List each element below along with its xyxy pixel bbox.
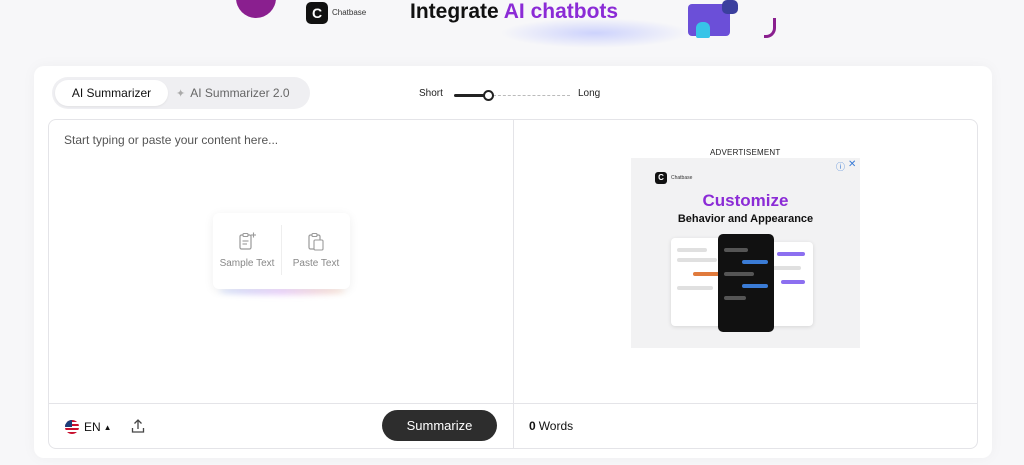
chatbase-logo: C [306, 2, 328, 24]
paste-text-button[interactable]: Paste Text [282, 213, 350, 289]
editor-panel: Start typing or paste your content here.… [48, 119, 978, 449]
top-banner-ad[interactable]: C Chatbase Integrate AI chatbots [0, 0, 1024, 52]
mock-bubble [777, 252, 805, 256]
mode-tabs: AI Summarizer ✦ AI Summarizer 2.0 [52, 77, 310, 109]
mock-bubble [677, 248, 707, 252]
upload-icon[interactable] [131, 418, 145, 434]
ad-subtitle: Behavior and Appearance [677, 213, 814, 225]
ad-close-icon[interactable]: ✕ [848, 159, 856, 170]
banner-headline-accent: AI chatbots [503, 0, 619, 23]
length-short-label: Short [419, 88, 443, 99]
summarize-button[interactable]: Summarize [382, 410, 497, 441]
ad-info-icon[interactable]: ⓘ [836, 160, 845, 173]
summarizer-card: AI Summarizer ✦ AI Summarizer 2.0 Short L… [34, 66, 992, 458]
banner-decoration [236, 0, 276, 18]
sample-text-label: Sample Text [219, 258, 275, 269]
tab-ai-summarizer-2-label: AI Summarizer 2.0 [190, 86, 290, 100]
mock-bubble [724, 296, 746, 300]
mock-bubble [742, 284, 768, 288]
sparkle-icon: ✦ [176, 88, 186, 100]
word-count: 0 Words [529, 419, 573, 433]
input-textarea[interactable]: Start typing or paste your content here.… [64, 133, 278, 147]
length-slider[interactable] [454, 89, 570, 101]
sample-text-button[interactable]: Sample Text [213, 213, 281, 289]
clipboard-add-icon [239, 232, 256, 250]
ad-mockup-phone [718, 234, 774, 332]
mock-bubble [724, 272, 754, 276]
footer-divider [49, 403, 977, 404]
mock-bubble [677, 258, 717, 262]
banner-illustration [686, 0, 742, 40]
slider-track-empty [493, 95, 570, 96]
banner-decoration-hook [764, 18, 776, 38]
paste-icon [308, 232, 324, 251]
us-flag-icon [65, 420, 79, 434]
caret-up-icon: ▲ [103, 422, 112, 432]
word-count-label: Words [538, 419, 574, 433]
advertisement-label: ADVERTISEMENT [710, 148, 781, 157]
mock-bubble [742, 260, 768, 264]
ad-chatbase-logo: C [655, 172, 667, 184]
length-long-label: Long [578, 88, 601, 99]
slider-thumb[interactable] [483, 90, 494, 101]
banner-headline: Integrate AI chatbots [410, 0, 618, 24]
language-code: EN [84, 420, 101, 434]
advertisement-box[interactable]: ⓘ ✕ C Chatbase Customize Behavior and Ap… [631, 158, 860, 348]
illustration-bot [722, 0, 738, 14]
mock-bubble [724, 248, 748, 252]
word-count-value: 0 [529, 419, 536, 433]
banner-brand: Chatbase [332, 8, 367, 17]
language-selector[interactable]: EN ▲ [65, 419, 112, 435]
panel-divider [513, 120, 514, 448]
quick-actions: Sample Text Paste Text [213, 213, 350, 289]
tab-ai-summarizer-2[interactable]: ✦ AI Summarizer 2.0 [176, 80, 290, 106]
illustration-person [696, 22, 710, 38]
banner-headline-prefix: Integrate [410, 0, 504, 23]
tab-ai-summarizer[interactable]: AI Summarizer [55, 80, 168, 106]
ad-title: Customize [702, 191, 789, 210]
ad-brand: Chatbase [671, 175, 693, 181]
mock-bubble [693, 272, 721, 276]
mock-bubble [677, 286, 713, 290]
paste-text-label: Paste Text [292, 258, 340, 269]
mock-bubble [781, 280, 805, 284]
